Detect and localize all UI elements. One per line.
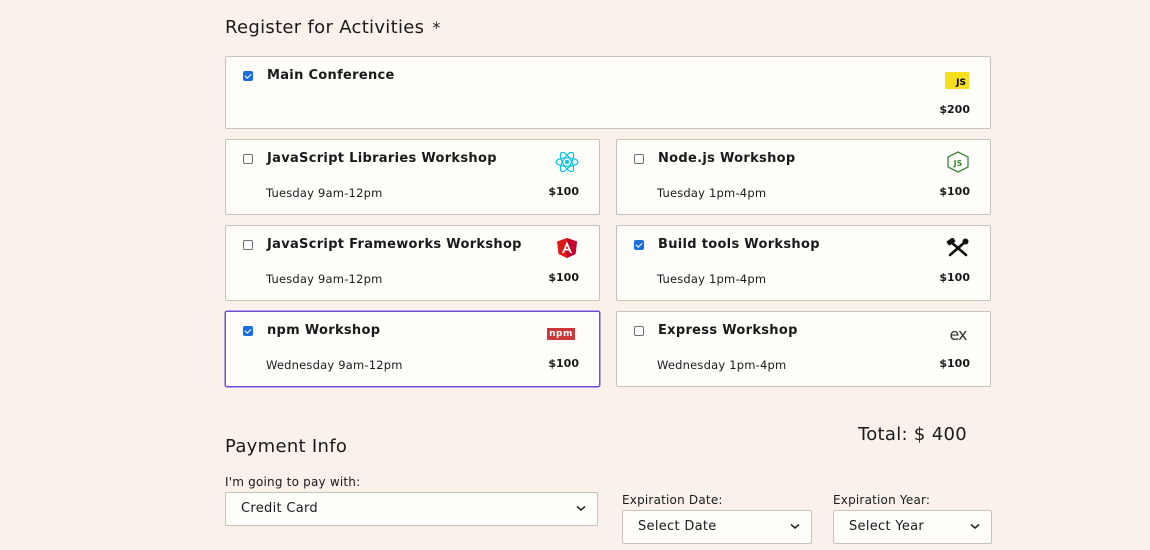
payment-method-value: Credit Card: [241, 501, 318, 516]
expiration-year-value: Select Year: [849, 519, 925, 534]
chevron-down-icon: [576, 505, 586, 511]
activity-price: $100: [939, 357, 970, 370]
activity-time: Tuesday 1pm-4pm: [657, 186, 767, 200]
activity-price: $100: [548, 357, 579, 370]
activity-name: npm Workshop: [267, 323, 381, 338]
activity-name: Express Workshop: [658, 323, 798, 338]
express-checkbox[interactable]: [634, 326, 644, 336]
registration-page: Register for Activities * Main Conferenc…: [0, 0, 1150, 550]
total-cost: Total: $ 400: [858, 424, 967, 445]
activity-price: $100: [548, 271, 579, 284]
nodejs-checkbox[interactable]: [634, 154, 644, 164]
build-tools-icon: [945, 237, 971, 259]
activity-time: Wednesday 1pm-4pm: [657, 358, 787, 372]
activity-price: $200: [939, 103, 970, 116]
activity-name: Build tools Workshop: [658, 237, 820, 252]
activity-time: Tuesday 1pm-4pm: [657, 272, 767, 286]
activity-name: JavaScript Libraries Workshop: [267, 151, 497, 166]
activity-express[interactable]: Express Workshop ex Wednesday 1pm-4pm $1…: [616, 311, 991, 387]
activity-npm[interactable]: npm Workshop npm Wednesday 9am-12pm $100: [225, 311, 600, 387]
activities-heading: Register for Activities *: [225, 17, 441, 38]
expiration-date-value: Select Date: [638, 519, 717, 534]
angular-icon: [554, 237, 580, 259]
activity-price: $100: [939, 271, 970, 284]
activity-time: Tuesday 9am-12pm: [266, 186, 383, 200]
main-conference-checkbox[interactable]: [243, 71, 253, 81]
activity-price: $100: [939, 185, 970, 198]
activity-name: Node.js Workshop: [658, 151, 796, 166]
activity-price: $100: [548, 185, 579, 198]
activity-time: Tuesday 9am-12pm: [266, 272, 383, 286]
svg-text:JS: JS: [953, 159, 963, 168]
activity-build-tools[interactable]: Build tools Workshop Tuesday 1pm-4pm $10…: [616, 225, 991, 301]
build-tools-checkbox[interactable]: [634, 240, 644, 250]
react-icon: [554, 151, 580, 173]
activity-js-libraries[interactable]: JavaScript Libraries Workshop Tuesday 9a…: [225, 139, 600, 215]
expiration-year-label: Expiration Year:: [833, 493, 931, 507]
expiration-date-select[interactable]: Select Date: [622, 510, 812, 544]
chevron-down-icon: [790, 523, 800, 529]
expiration-year-select[interactable]: Select Year: [833, 510, 992, 544]
payment-method-label: I'm going to pay with:: [225, 475, 361, 489]
required-asterisk: *: [432, 18, 441, 37]
js-libraries-checkbox[interactable]: [243, 154, 253, 164]
activity-js-frameworks[interactable]: JavaScript Frameworks Workshop Tuesday 9…: [225, 225, 600, 301]
js-frameworks-checkbox[interactable]: [243, 240, 253, 250]
activity-main-conference[interactable]: Main Conference JS $200: [225, 56, 991, 129]
activity-name: Main Conference: [267, 68, 395, 83]
express-icon: ex: [949, 324, 967, 344]
nodejs-icon: JS: [945, 151, 971, 173]
npm-checkbox[interactable]: [243, 326, 253, 336]
activity-name: JavaScript Frameworks Workshop: [267, 237, 522, 252]
activity-time: Wednesday 9am-12pm: [266, 358, 403, 372]
npm-icon: npm: [547, 328, 575, 340]
expiration-date-label: Expiration Date:: [622, 493, 723, 507]
activity-nodejs[interactable]: Node.js Workshop JS Tuesday 1pm-4pm $100: [616, 139, 991, 215]
chevron-down-icon: [970, 523, 980, 529]
payment-method-select[interactable]: Credit Card: [225, 492, 598, 526]
js-icon: JS: [944, 69, 970, 91]
payment-heading: Payment Info: [225, 436, 348, 457]
